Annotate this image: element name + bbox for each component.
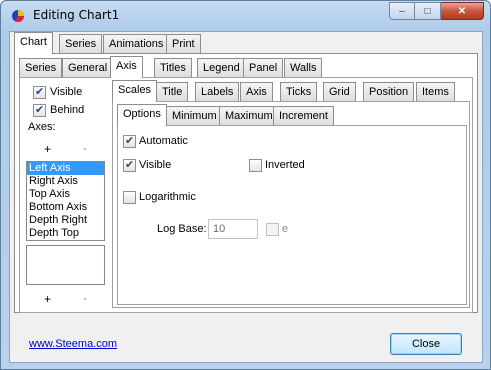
title-bar[interactable]: Editing Chart1 – □ ✕ [1, 1, 490, 31]
close-window-button[interactable]: ✕ [441, 2, 484, 20]
teechart-app-icon [12, 10, 24, 23]
tab-label: Maximum [225, 110, 273, 122]
tab-titles[interactable]: Titles [154, 58, 192, 78]
tab-label: Axis [116, 60, 137, 72]
automatic-checkbox[interactable] [123, 134, 136, 148]
tab-chart-series[interactable]: Series [19, 58, 63, 78]
tab-legend[interactable]: Legend [197, 58, 246, 78]
logarithmic-checkbox[interactable] [123, 191, 136, 204]
tab-series[interactable]: Series [59, 34, 103, 54]
inverted-checkbox[interactable] [249, 159, 262, 172]
log-base-input[interactable]: 10 [208, 219, 258, 239]
inverted-label: Inverted [265, 159, 305, 171]
options-page: Automatic Visible Inverted Logarithmic L… [117, 125, 467, 305]
tab-maximum[interactable]: Maximum [219, 106, 279, 126]
log-base-label: Log Base: [157, 223, 207, 235]
tab-increment[interactable]: Increment [273, 106, 334, 126]
custom-axes-listbox[interactable] [26, 245, 105, 285]
tab-animations[interactable]: Animations [103, 34, 170, 54]
tab-label: Titles [160, 62, 186, 74]
tab-general[interactable]: General [62, 58, 114, 78]
steema-link[interactable]: www.Steema.com [29, 338, 117, 350]
tab-label: Animations [109, 38, 164, 50]
tab-label: Increment [279, 110, 328, 122]
tab-label: Series [25, 62, 57, 74]
tab-label: Walls [290, 62, 317, 74]
automatic-label: Automatic [139, 135, 188, 147]
tab-scales[interactable]: Scales [112, 80, 158, 102]
maximize-button[interactable]: □ [415, 2, 441, 20]
tab-title[interactable]: Title [156, 82, 189, 102]
tab-minimum[interactable]: Minimum [166, 106, 223, 126]
axis-page: Visible Behind Axes: + - Left Axis Right… [19, 77, 473, 313]
e-label: e [282, 223, 289, 235]
close-icon: ✕ [457, 5, 467, 17]
tab-chart[interactable]: Chart [14, 32, 53, 54]
tab-label: Axis [246, 86, 267, 98]
add-custom-axis-button[interactable]: + [44, 292, 51, 306]
minimize-icon: – [399, 5, 405, 17]
tab-label: Grid [329, 86, 350, 98]
list-item-bottom-axis[interactable]: Bottom Axis [27, 201, 104, 214]
minimize-button[interactable]: – [389, 2, 415, 20]
close-button-label: Close [411, 338, 441, 350]
scale-visible-checkbox[interactable] [123, 158, 136, 172]
remove-custom-axis-button[interactable]: - [83, 291, 87, 305]
tab-label: Minimum [172, 110, 217, 122]
tab-label: Print [172, 38, 195, 50]
tab-axis[interactable]: Axis [110, 56, 143, 78]
axis-visible-checkbox[interactable] [33, 85, 46, 99]
tab-label: Legend [203, 62, 240, 74]
window-title: Editing Chart1 [33, 8, 120, 22]
list-item-right-axis[interactable]: Right Axis [27, 175, 104, 188]
tab-panel[interactable]: Panel [243, 58, 284, 78]
scales-page: Options Minimum Maximum Increment Automa… [112, 101, 470, 308]
axes-label: Axes: [28, 121, 56, 133]
tab-label: Title [162, 86, 183, 98]
editor-window: Editing Chart1 – □ ✕ Chart Series Animat… [0, 0, 491, 370]
tab-grid[interactable]: Grid [323, 82, 356, 102]
chart-page: Series General Axis Titles Legend Panel … [14, 53, 478, 313]
tab-label: Labels [201, 86, 234, 98]
axis-visible-label: Visible [50, 86, 83, 98]
add-axis-button[interactable]: + [44, 142, 51, 156]
logarithmic-label: Logarithmic [139, 191, 196, 203]
list-item-top-axis[interactable]: Top Axis [27, 188, 104, 201]
list-item-depth-right[interactable]: Depth Right [27, 214, 104, 227]
tab-label: Chart [20, 36, 47, 48]
tab-label: Scales [118, 84, 152, 96]
maximize-icon: □ [424, 5, 431, 17]
tab-options[interactable]: Options [117, 104, 167, 126]
list-item-left-axis[interactable]: Left Axis [27, 162, 104, 175]
tab-ticks[interactable]: Ticks [280, 82, 318, 102]
tab-label: Ticks [286, 86, 312, 98]
close-button[interactable]: Close [390, 333, 462, 355]
tab-label: Options [123, 108, 161, 120]
axis-behind-checkbox[interactable] [33, 103, 46, 117]
tab-labels[interactable]: Labels [195, 82, 240, 102]
list-item-depth-top[interactable]: Depth Top [27, 227, 104, 240]
tab-label: Series [65, 38, 97, 50]
tab-items[interactable]: Items [416, 82, 455, 102]
remove-axis-button[interactable]: - [83, 141, 87, 155]
tab-walls[interactable]: Walls [284, 58, 323, 78]
axis-behind-label: Behind [50, 104, 85, 116]
tab-position[interactable]: Position [363, 82, 415, 102]
scale-visible-label: Visible [139, 159, 172, 171]
tab-label: Position [369, 86, 409, 98]
tab-axis-line[interactable]: Axis [240, 82, 273, 102]
tab-label: General [68, 62, 108, 74]
tab-label: Items [422, 86, 449, 98]
dialog-client: Chart Series Animations Print Series Gen… [9, 31, 483, 363]
axes-listbox[interactable]: Left Axis Right Axis Top Axis Bottom Axi… [26, 161, 105, 241]
tab-print[interactable]: Print [166, 34, 201, 54]
e-checkbox[interactable] [266, 223, 279, 236]
tab-label: Panel [249, 62, 278, 74]
